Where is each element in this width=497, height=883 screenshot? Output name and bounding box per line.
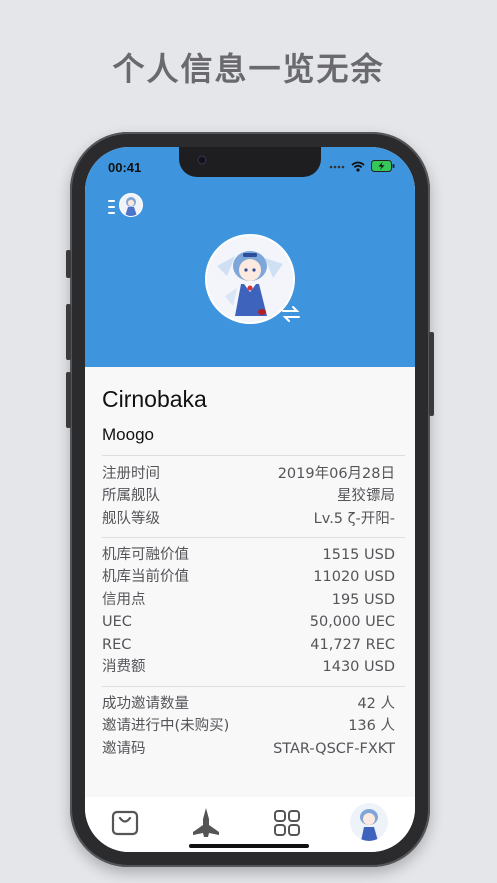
info-section-assets: 机库可融价值 1515 USD 机库当前价值 11020 USD 信用点 195 US… bbox=[102, 544, 395, 678]
avatar-image-icon bbox=[125, 197, 137, 216]
info-row: 邀请码 STAR-QSCF-FXKT bbox=[102, 740, 395, 757]
username: Cirnobaka bbox=[102, 386, 207, 412]
volume-down-button bbox=[66, 372, 71, 428]
info-row: 所属舰队 星狡镖局 bbox=[102, 488, 395, 505]
status-time: 00:41 bbox=[108, 160, 142, 175]
tab-apps[interactable] bbox=[271, 807, 303, 839]
info-row: 信用点 195 USD bbox=[102, 591, 395, 608]
info-section-invites: 成功邀请数量 42 人 邀请进行中(未购买) 136 人 邀请码 STAR-QSCF-… bbox=[102, 693, 395, 760]
menu-button[interactable] bbox=[101, 199, 115, 215]
fleet-name: Moogo bbox=[102, 425, 154, 444]
small-avatar[interactable] bbox=[119, 193, 143, 217]
wifi-icon bbox=[351, 161, 365, 172]
signal-icon bbox=[329, 165, 345, 169]
info-row: REC 41,727 REC bbox=[102, 636, 395, 653]
switch-account-icon[interactable] bbox=[281, 305, 301, 323]
phone-frame: 00:41 Cirnobaka Moogo 注册时间 2019年06月28日 所… bbox=[66, 132, 434, 867]
profile-avatar-icon bbox=[350, 803, 388, 841]
divider bbox=[102, 537, 405, 538]
battery-charging-icon bbox=[371, 160, 395, 172]
headline: 个人信息一览无余 bbox=[112, 50, 385, 88]
info-row: UEC 50,000 UEC bbox=[102, 614, 395, 631]
divider bbox=[102, 686, 405, 687]
info-row: 舰队等级 Lv.5 ζ-开阳- bbox=[102, 510, 395, 527]
tab-profile[interactable] bbox=[350, 803, 388, 841]
info-row: 成功邀请数量 42 人 bbox=[102, 696, 395, 712]
profile-info: Cirnobaka Moogo 注册时间 2019年06月28日 所属舰队 星狡镖局… bbox=[85, 367, 415, 797]
camera-icon bbox=[197, 155, 207, 165]
info-row: 机库当前价值 11020 USD bbox=[102, 569, 395, 586]
profile-header: 00:41 bbox=[85, 147, 415, 367]
power-button bbox=[429, 332, 434, 416]
divider bbox=[102, 455, 405, 456]
volume-up-button bbox=[66, 304, 71, 360]
tab-shop[interactable] bbox=[109, 807, 141, 839]
app-screen: 00:41 Cirnobaka Moogo 注册时间 2019年06月28日 所… bbox=[85, 147, 415, 852]
info-row: 机库可融价值 1515 USD bbox=[102, 547, 395, 563]
mute-switch bbox=[66, 250, 71, 278]
info-row: 邀请进行中(未购买) 136 人 bbox=[102, 718, 395, 735]
info-row: 注册时间 2019年06月28日 bbox=[102, 466, 395, 482]
notch bbox=[179, 147, 321, 177]
status-icons bbox=[329, 160, 395, 172]
tab-ships[interactable] bbox=[190, 807, 222, 839]
shop-bag-icon bbox=[111, 810, 139, 836]
home-indicator bbox=[189, 844, 309, 848]
info-section-account: 注册时间 2019年06月28日 所属舰队 星狡镖局 舰队等级 Lv.5 ζ-开阳- bbox=[102, 463, 395, 530]
grid-icon bbox=[274, 810, 300, 836]
info-row: 消费额 1430 USD bbox=[102, 658, 395, 675]
spaceship-icon bbox=[193, 808, 219, 837]
